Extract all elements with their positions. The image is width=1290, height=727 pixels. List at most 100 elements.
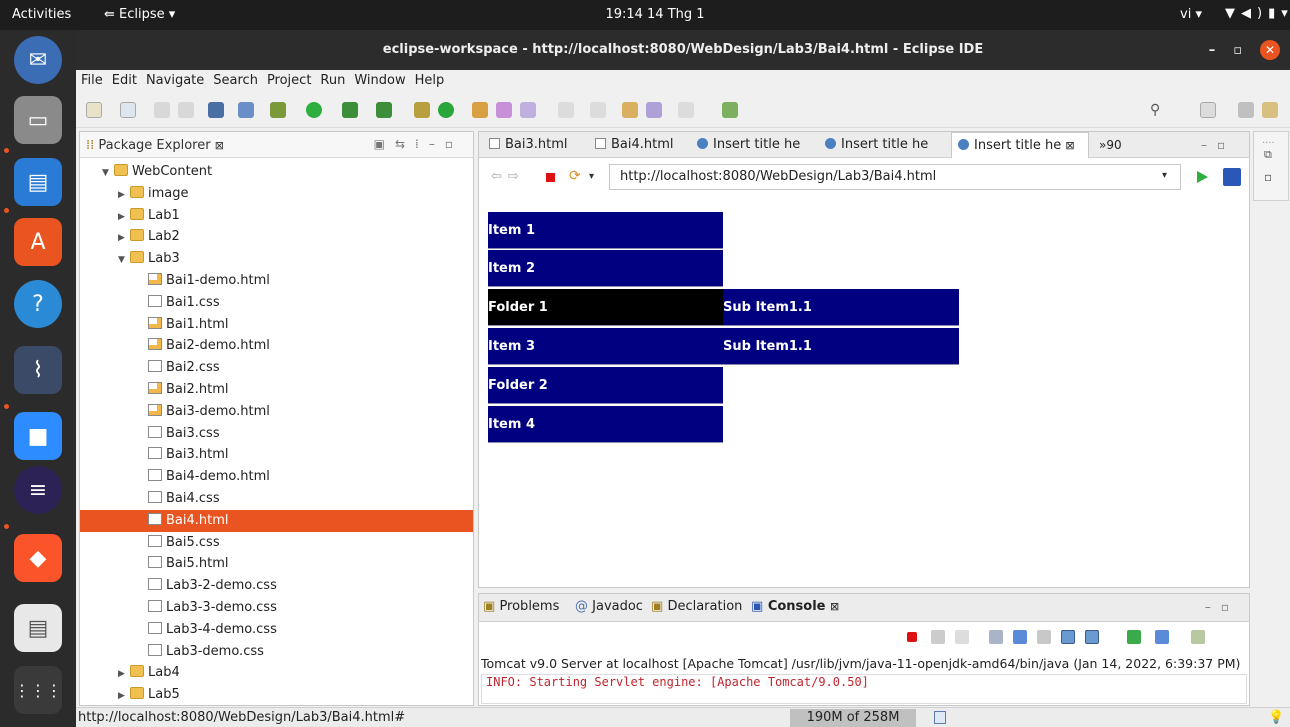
tab-bai3-html[interactable]: Bai3.html: [483, 132, 583, 158]
tree-file[interactable]: Bai3.css: [80, 423, 473, 445]
writer-icon[interactable]: ▤: [14, 158, 62, 206]
collapse-arrow-icon[interactable]: ▶: [118, 664, 130, 686]
tree-file[interactable]: Bai2.html: [80, 379, 473, 401]
forward-icon[interactable]: [678, 102, 694, 118]
console-output[interactable]: INFO: Starting Servlet engine: [Apache T…: [481, 674, 1247, 704]
close-view-icon[interactable]: ⊠: [830, 600, 839, 613]
clock[interactable]: 19:14 14 Thg 1: [580, 7, 730, 22]
menu-item-3[interactable]: Item 3: [488, 328, 723, 365]
run-external-icon[interactable]: [342, 102, 358, 118]
open-console-icon[interactable]: [1191, 630, 1205, 644]
menu-folder-2[interactable]: Folder 2: [488, 367, 723, 404]
tree-file[interactable]: Lab3-3-demo.css: [80, 597, 473, 619]
eclipse-icon[interactable]: ≡: [14, 466, 62, 514]
previous-annotation-icon[interactable]: [590, 102, 606, 118]
editor-view-controls[interactable]: –▫: [1195, 132, 1245, 158]
heap-status[interactable]: 190M of 258M: [790, 709, 916, 727]
tab-browser-1[interactable]: Insert title he: [691, 132, 815, 158]
new-icon[interactable]: [86, 102, 102, 118]
tab-problems[interactable]: ▣ Problems: [483, 599, 559, 614]
text-editor-icon[interactable]: ▤: [14, 604, 62, 652]
activities-button[interactable]: Activities: [12, 7, 71, 22]
menu-item-2[interactable]: Item 2: [488, 250, 723, 287]
new-wizard-icon[interactable]: [120, 102, 136, 118]
input-language-indicator[interactable]: vi ▾: [1180, 7, 1202, 22]
thunderbird-icon[interactable]: ✉: [14, 36, 62, 84]
collapse-arrow-icon[interactable]: ▶: [118, 686, 130, 708]
open-external-browser-icon[interactable]: [1223, 168, 1241, 186]
java-ee-perspective-icon[interactable]: [1238, 102, 1254, 118]
files-icon[interactable]: ▭: [14, 96, 62, 144]
tab-declaration[interactable]: ▣ Declaration: [651, 599, 742, 614]
tree-file[interactable]: Bai4.css: [80, 488, 473, 510]
close-view-icon[interactable]: ⊠: [215, 139, 224, 152]
expand-arrow-icon[interactable]: ▼: [118, 250, 130, 272]
tab-console[interactable]: ▣ Console ⊠: [751, 599, 839, 614]
tab-javadoc[interactable]: @ Javadoc: [575, 599, 643, 614]
view-controls[interactable]: ▣⇆⁞–▫: [374, 137, 463, 151]
refresh-menu-icon[interactable]: ▾: [589, 171, 594, 182]
menu-item-1[interactable]: Item 1: [488, 212, 723, 249]
close-tab-icon[interactable]: ⊠: [1065, 139, 1074, 152]
menu-window[interactable]: Window: [349, 70, 409, 88]
expand-arrow-icon[interactable]: ▼: [102, 163, 114, 185]
submenu-item-2[interactable]: Sub Item1.1: [723, 328, 959, 365]
tab-bai4-html[interactable]: Bai4.html: [589, 132, 687, 158]
run-icon[interactable]: [306, 102, 322, 118]
tree-file[interactable]: Bai5.css: [80, 532, 473, 554]
tree-folder[interactable]: ▶ Lab5: [80, 684, 473, 706]
show-applications-icon[interactable]: ⋮⋮⋮: [14, 666, 62, 714]
show-on-stdout-icon[interactable]: [1061, 630, 1075, 644]
new-file-icon[interactable]: [722, 102, 738, 118]
open-task-icon[interactable]: [496, 102, 512, 118]
restore-icon[interactable]: ⧉: [1264, 148, 1272, 162]
remove-launch-icon[interactable]: [931, 630, 945, 644]
tree-folder[interactable]: ▼ WebContent: [80, 161, 473, 183]
collapse-arrow-icon[interactable]: ▶: [118, 228, 130, 250]
new-class-icon[interactable]: [438, 102, 454, 118]
menu-item-4[interactable]: Item 4: [488, 406, 723, 443]
submenu-item-1[interactable]: Sub Item1.1: [723, 289, 959, 326]
tree-folder[interactable]: ▼ Lab3: [80, 248, 473, 270]
search-icon[interactable]: ⚲: [1150, 102, 1166, 118]
tree-file[interactable]: Lab3-4-demo.css: [80, 619, 473, 641]
back-forward-icons[interactable]: ⇦⇨: [491, 169, 525, 184]
display-console-icon[interactable]: [1155, 630, 1169, 644]
debug-icon[interactable]: [270, 102, 286, 118]
tree-file[interactable]: Lab3-2-demo.css: [80, 575, 473, 597]
scroll-lock-icon[interactable]: [1013, 630, 1027, 644]
menu-search[interactable]: Search: [208, 70, 262, 88]
search-toolbar-icon[interactable]: [520, 102, 536, 118]
menu-project[interactable]: Project: [262, 70, 315, 88]
collapse-arrow-icon[interactable]: ▶: [118, 207, 130, 229]
tree-folder[interactable]: ▶ image: [80, 183, 473, 205]
menu-navigate[interactable]: Navigate: [141, 70, 208, 88]
tab-overflow[interactable]: »90: [1093, 132, 1133, 158]
tip-bulb-icon[interactable]: 💡: [1268, 710, 1284, 725]
last-edit-icon[interactable]: [622, 102, 638, 118]
software-center-icon[interactable]: A: [14, 218, 62, 266]
skip-breakpoints-icon[interactable]: [238, 102, 254, 118]
go-icon[interactable]: [1197, 171, 1208, 183]
collapse-arrow-icon[interactable]: ▶: [118, 185, 130, 207]
help-icon[interactable]: ?: [14, 280, 62, 328]
stop-icon[interactable]: [546, 173, 555, 182]
refresh-icon[interactable]: ⟳: [569, 168, 581, 184]
open-type-icon[interactable]: [472, 102, 488, 118]
package-explorer-tab[interactable]: ⁞⁞ Package Explorer ⊠: [86, 138, 224, 153]
open-perspective-icon[interactable]: [1200, 102, 1216, 118]
maximize-icon[interactable]: ▫: [1233, 43, 1242, 58]
save-all-icon[interactable]: [178, 102, 194, 118]
save-icon[interactable]: [154, 102, 170, 118]
tree-folder[interactable]: ▶ Lab1: [80, 205, 473, 227]
remove-all-icon[interactable]: [955, 630, 969, 644]
terminal-icon[interactable]: [208, 102, 224, 118]
new-server-icon[interactable]: [414, 102, 430, 118]
tree-file[interactable]: Bai4.html: [80, 509, 473, 532]
tree-file[interactable]: Bai5.html: [80, 553, 473, 575]
tab-browser-2[interactable]: Insert title he: [819, 132, 945, 158]
menu-help[interactable]: Help: [410, 70, 449, 88]
tree-file[interactable]: Bai4-demo.html: [80, 466, 473, 488]
tree-file[interactable]: Bai2.css: [80, 357, 473, 379]
tree-folder[interactable]: ▶ Lab2: [80, 226, 473, 248]
